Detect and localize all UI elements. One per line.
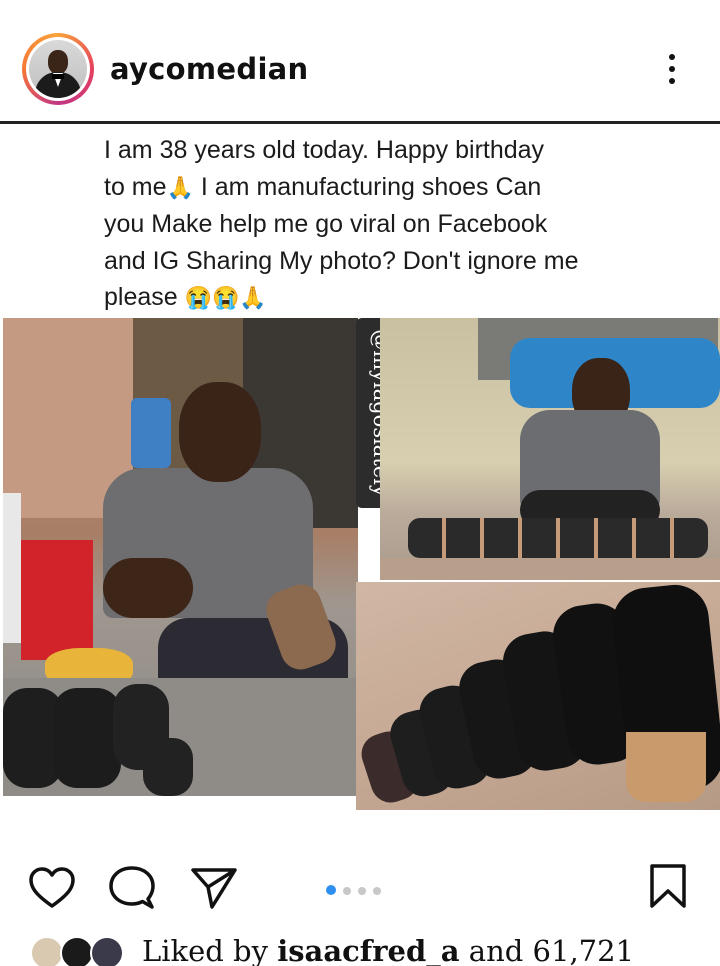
avatar-bowtie <box>52 74 64 79</box>
more-dot <box>669 54 675 60</box>
liker-avatar[interactable] <box>30 936 64 966</box>
caption-line: and IG Sharing My photo? Don't ignore me <box>104 246 579 275</box>
avatar-face <box>48 50 68 74</box>
bookmark-icon[interactable] <box>648 862 688 910</box>
username[interactable]: aycomedian <box>110 52 309 86</box>
image-caption-text: I am 38 years old today. Happy birthday … <box>104 132 684 317</box>
photo-shoe-row <box>408 518 708 558</box>
carousel-indicator <box>326 880 388 895</box>
heart-icon[interactable] <box>28 866 76 910</box>
photo-red-crate <box>21 540 93 660</box>
caption-line: to me🙏 I am manufacturing shoes Can <box>104 169 684 207</box>
carousel-dot[interactable] <box>358 887 366 895</box>
likes-row: Liked by isaacfred_a and 61,721 <box>30 930 720 966</box>
more-dot <box>669 66 675 72</box>
comment-icon[interactable] <box>108 865 156 911</box>
photo-blue-bucket <box>131 398 171 468</box>
caption-line: please 😭😭🙏 <box>104 279 684 317</box>
photo-clog-lineup <box>356 582 720 810</box>
caption-line: you Make help me go viral on Facebook <box>104 210 548 238</box>
likes-user[interactable]: isaacfred_a <box>277 934 459 966</box>
post-header: aycomedian <box>0 0 720 122</box>
liker-avatar[interactable] <box>90 936 124 966</box>
more-dot <box>669 78 675 84</box>
photo-man-with-shoes <box>380 318 720 580</box>
caption-text: to me <box>104 172 167 201</box>
send-icon[interactable] <box>190 866 238 910</box>
likes-count[interactable]: and 61,721 <box>460 934 634 966</box>
pray-emoji: 🙏 <box>166 174 194 200</box>
crying-emoji: 😭😭 <box>184 285 240 310</box>
carousel-dot[interactable] <box>343 887 351 895</box>
carousel-dot[interactable] <box>373 887 381 895</box>
caption-line: I am 38 years old today. Happy birthday <box>104 136 545 164</box>
photo-man-head <box>179 382 261 482</box>
pray-emoji: 🙏 <box>239 285 267 310</box>
likes-prefix: Liked by <box>142 934 278 966</box>
carousel-dot-active[interactable] <box>326 885 336 895</box>
photo-man-making-shoe <box>3 318 358 796</box>
photo-slipper <box>53 688 121 788</box>
photo-floor <box>380 558 720 580</box>
profile-avatar[interactable] <box>22 33 94 105</box>
liker-avatar[interactable] <box>60 936 94 966</box>
clog-wooden-sole <box>626 732 706 802</box>
photo-slipper <box>143 738 193 796</box>
caption-text: please <box>104 283 178 311</box>
more-vertical-icon[interactable] <box>660 52 684 86</box>
photo-man-arm <box>103 558 193 618</box>
photo-plastic-bag <box>3 493 21 643</box>
caption-text: I am manufacturing shoes Can <box>193 172 542 201</box>
likes-summary[interactable]: Liked by isaacfred_a and 61,721 <box>142 934 634 966</box>
avatar-photo <box>29 40 87 98</box>
